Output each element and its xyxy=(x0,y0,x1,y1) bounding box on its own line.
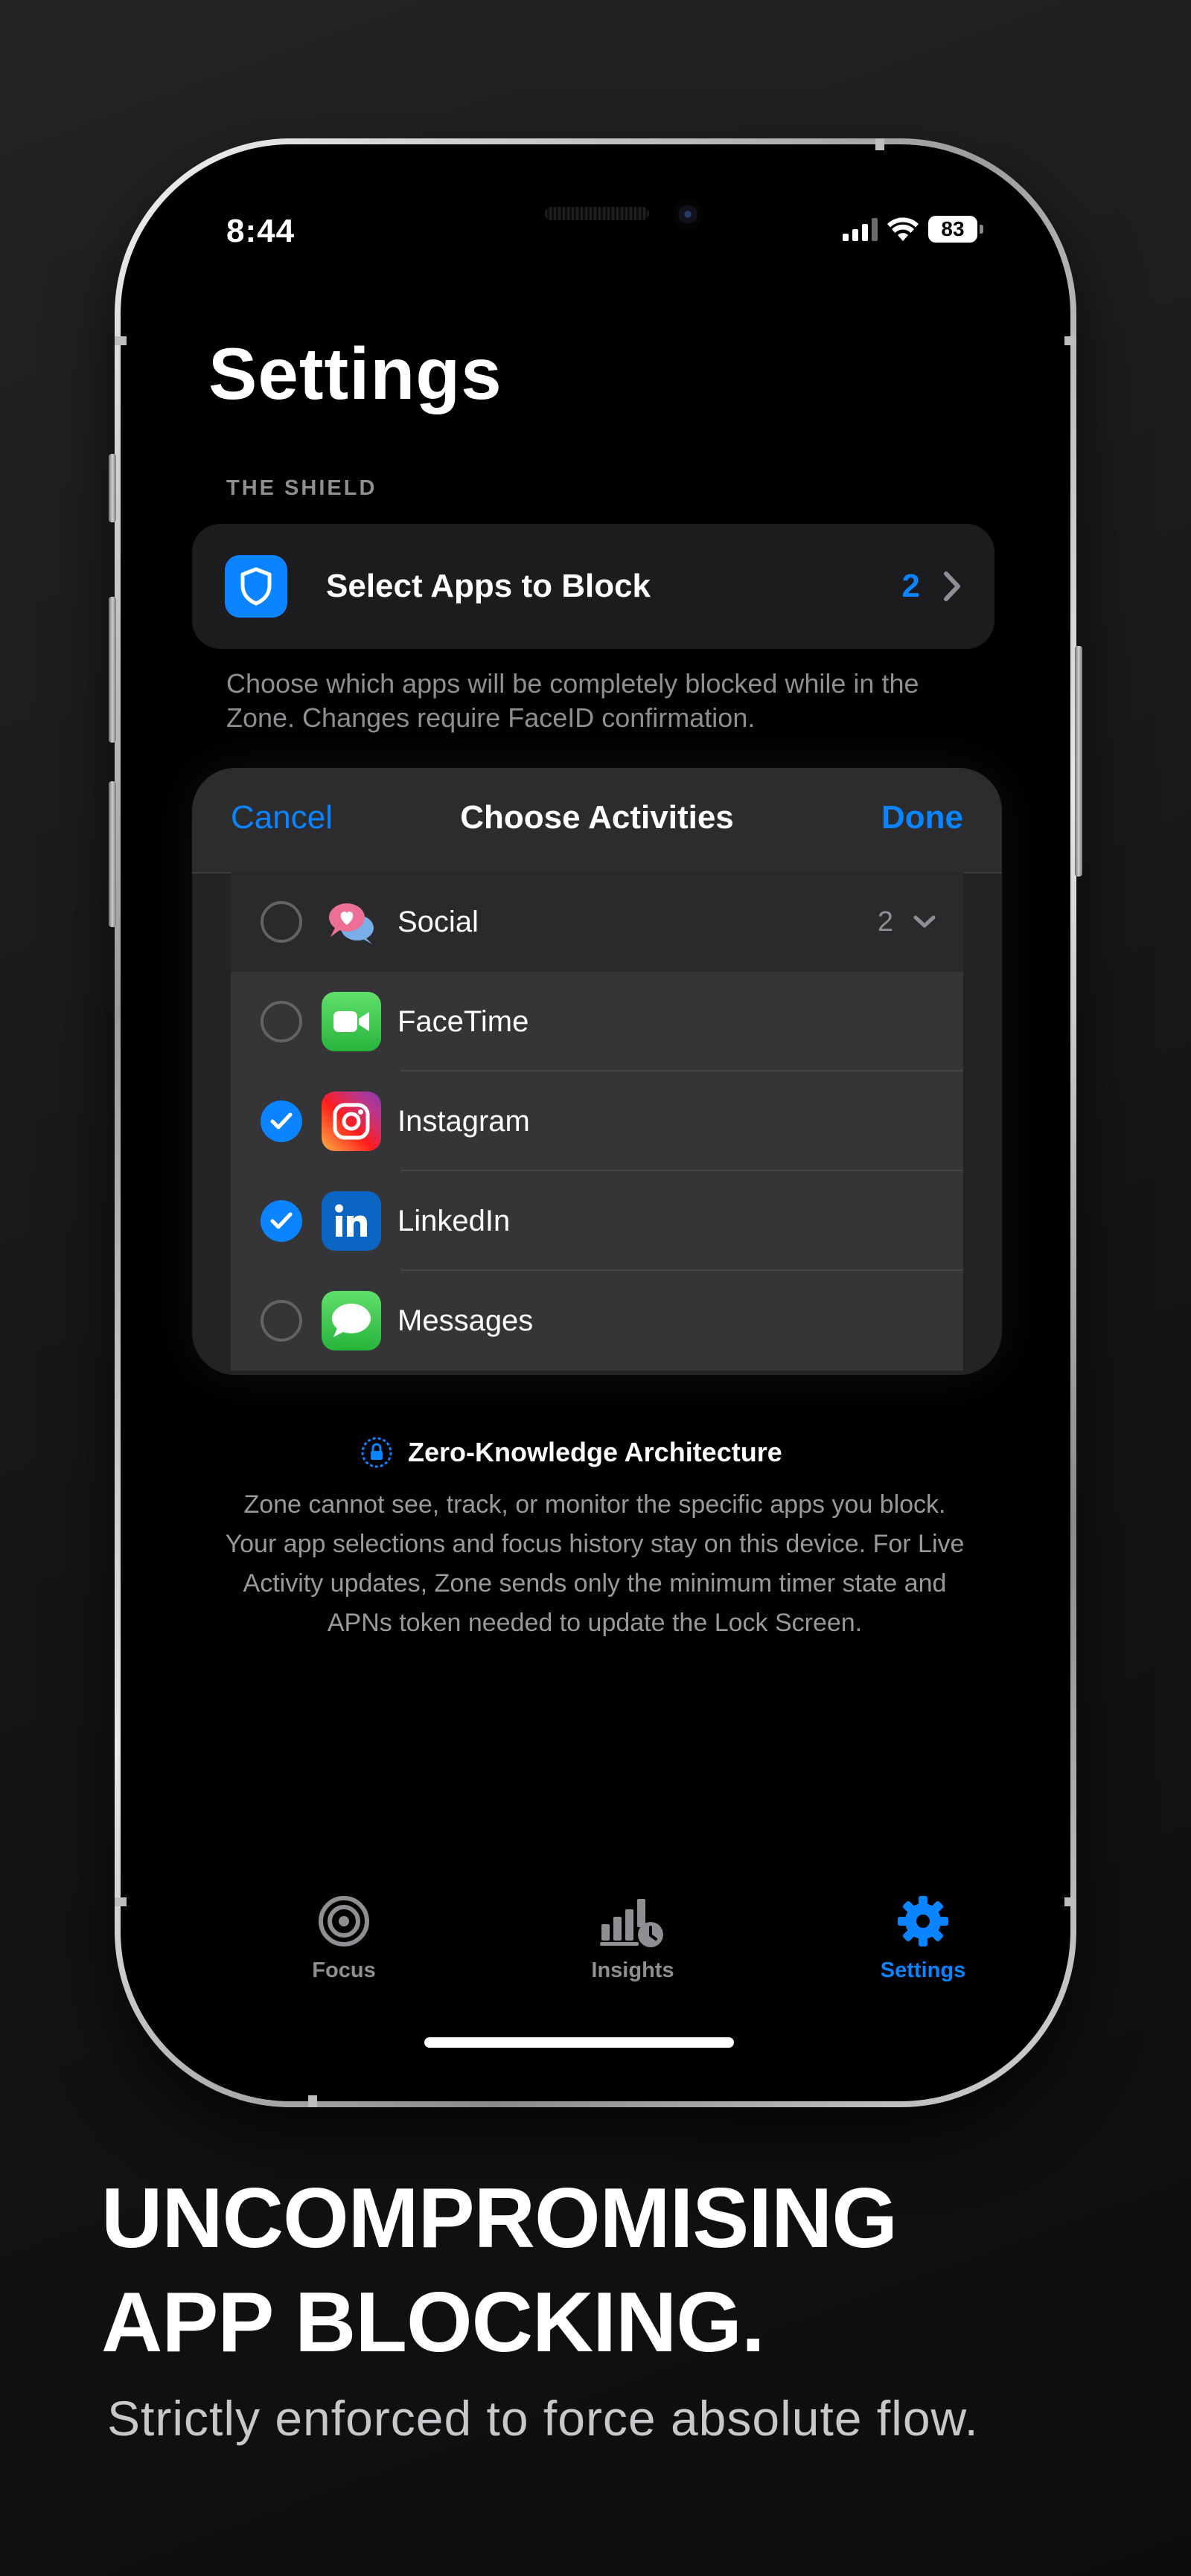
category-row-social[interactable]: Social 2 xyxy=(231,872,963,972)
section-header: THE SHIELD xyxy=(226,476,377,500)
messages-icon xyxy=(322,1291,381,1351)
tab-settings[interactable]: Settings xyxy=(826,1894,1020,1983)
list-item[interactable]: Instagram xyxy=(231,1071,963,1171)
checkmark-icon xyxy=(270,1112,293,1130)
sheet-title: Choose Activities xyxy=(460,799,734,836)
page-title: Settings xyxy=(208,333,502,414)
app-label: Messages xyxy=(397,1304,534,1337)
privacy-title: Zero-Knowledge Architecture xyxy=(408,1437,782,1467)
list-item[interactable]: Messages xyxy=(231,1271,963,1371)
blocked-count: 2 xyxy=(901,568,920,604)
shield-footer-text: Choose which apps will be completely blo… xyxy=(226,668,919,733)
facetime-icon xyxy=(322,992,381,1051)
checkmark-icon xyxy=(270,1212,293,1229)
app-checkbox[interactable] xyxy=(261,1001,302,1042)
category-count: 2 xyxy=(877,906,893,938)
antenna-line xyxy=(1064,336,1076,345)
tab-label: Focus xyxy=(312,1958,376,1982)
app-checkbox-checked[interactable] xyxy=(261,1100,302,1142)
app-label: FaceTime xyxy=(397,1005,529,1038)
lock-badge-icon xyxy=(361,1437,392,1468)
list-item[interactable]: LinkedIn xyxy=(231,1171,963,1271)
wifi-icon xyxy=(887,217,919,241)
volume-down-button xyxy=(109,781,116,927)
activity-list: Social 2 FaceTime Instagram LinkedIn Mes… xyxy=(231,872,963,1371)
select-apps-label: Select Apps to Block xyxy=(326,568,651,604)
phone-screen: 8:44 83 Settings THE SHIELD Select Apps … xyxy=(137,161,1054,2085)
headline-line-1: UNCOMPROMISING xyxy=(101,2171,898,2266)
chevron-right-icon xyxy=(944,571,960,601)
headline-line-2: APP BLOCKING. xyxy=(101,2275,765,2370)
app-checkbox-checked[interactable] xyxy=(261,1200,302,1242)
privacy-heading: Zero-Knowledge Architecture xyxy=(360,1436,782,1469)
app-checkbox[interactable] xyxy=(261,1300,302,1342)
target-icon xyxy=(319,1896,369,1947)
action-button xyxy=(109,454,116,522)
earpiece-speaker xyxy=(545,207,649,220)
category-label: Social xyxy=(397,905,479,938)
gear-icon xyxy=(898,1896,948,1947)
antenna-line xyxy=(875,138,884,150)
done-button[interactable]: Done xyxy=(881,799,963,836)
dynamic-island xyxy=(554,196,768,260)
social-bubbles-icon xyxy=(322,892,381,952)
privacy-body: Zone cannot see, track, or monitor the s… xyxy=(225,1490,965,1637)
cellular-signal-icon xyxy=(843,217,878,241)
antenna-line xyxy=(115,336,127,345)
tab-focus[interactable]: Focus xyxy=(247,1894,441,1983)
list-item[interactable]: FaceTime xyxy=(231,972,963,1071)
app-label: LinkedIn xyxy=(397,1204,511,1237)
status-time: 8:44 xyxy=(226,213,296,249)
marketing-subline: Strictly enforced to force absolute flow… xyxy=(107,2391,979,2446)
choose-activities-sheet: Cancel Choose Activities Done Social 2 F… xyxy=(192,768,1002,1375)
battery-icon: 83 xyxy=(928,216,983,243)
power-button xyxy=(1075,646,1082,877)
chart-clock-icon xyxy=(600,1899,663,1947)
tab-label: Settings xyxy=(880,1958,966,1982)
instagram-icon xyxy=(322,1092,381,1151)
antenna-line xyxy=(1064,1897,1076,1906)
antenna-line xyxy=(115,1897,127,1906)
category-checkbox[interactable] xyxy=(261,901,302,943)
linkedin-icon xyxy=(322,1191,381,1251)
tab-label: Insights xyxy=(591,1958,674,1982)
select-apps-row[interactable]: Select Apps to Block 2 xyxy=(192,524,994,649)
front-camera xyxy=(673,199,703,229)
volume-up-button xyxy=(109,597,116,743)
chevron-down-icon[interactable] xyxy=(913,914,936,929)
tab-insights[interactable]: Insights xyxy=(536,1894,729,1983)
antenna-line xyxy=(308,2095,317,2107)
marketing-headline: UNCOMPROMISING APP BLOCKING. xyxy=(101,2167,898,2375)
shield-icon xyxy=(225,555,287,618)
home-indicator[interactable] xyxy=(424,2037,734,2048)
status-icons: 83 xyxy=(843,213,999,246)
app-label: Instagram xyxy=(397,1104,530,1138)
sheet-header: Cancel Choose Activities Done xyxy=(192,768,1002,874)
